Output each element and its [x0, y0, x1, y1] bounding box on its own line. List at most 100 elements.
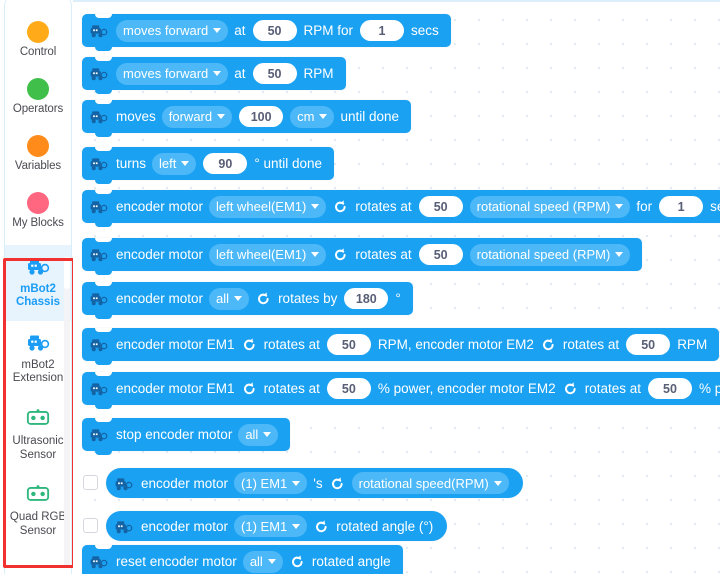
block-number-input[interactable]: 90: [203, 153, 248, 174]
block-text: turns: [116, 156, 147, 171]
block-reset-encoder-motor-rotated-angle[interactable]: reset encoder motor all rotated angle: [82, 545, 403, 574]
block-text: encoder motor EM1: [116, 337, 235, 352]
sidebar-category-my-blocks[interactable]: My Blocks: [5, 188, 71, 245]
dropdown-label: rotational speed (RPM): [476, 199, 611, 214]
chevron-down-icon: [234, 296, 243, 301]
quad-rgb-sensor-icon: [26, 484, 50, 508]
block-encoder-motor-rotates-by-angle[interactable]: encoder motor all rotates by 180 °: [82, 282, 413, 319]
mbot2-chassis-icon: [114, 519, 133, 534]
sidebar-extension-mbot2-chassis[interactable]: mBot2 Chassis: [5, 245, 71, 321]
block-moves-forward-rpm-secs[interactable]: moves forward at 50 RPM for 1 secs: [82, 14, 451, 51]
block-dropdown[interactable]: all: [242, 550, 283, 573]
chevron-down-icon: [615, 204, 624, 209]
mbot2-chassis-icon: [89, 109, 108, 124]
block-moves-forward-rpm[interactable]: moves forward at 50 RPM: [82, 57, 346, 94]
block-dropdown[interactable]: moves forward: [116, 19, 229, 42]
block-encoder-motors-em1-em2-rpm[interactable]: encoder motor EM1 rotates at 50 RPM, encode…: [82, 328, 720, 365]
block-dropdown[interactable]: rotational speed (RPM): [469, 195, 631, 218]
block-stop-encoder-motor[interactable]: stop encoder motor all: [82, 418, 291, 455]
block-number-input[interactable]: 50: [418, 196, 463, 217]
sidebar-extension-ultrasonic-sensor[interactable]: Ultrasonic Sensor: [5, 397, 71, 473]
block-number-input[interactable]: 50: [647, 378, 692, 399]
block-monitor-checkbox[interactable]: [83, 475, 98, 490]
block-encoder-motors-em1-em2-power[interactable]: encoder motor EM1 rotates at 50 % power, en…: [82, 372, 720, 409]
block-text: for: [636, 199, 653, 214]
block-dropdown[interactable]: moves forward: [116, 62, 229, 85]
chevron-down-icon: [263, 432, 272, 437]
sidebar-category-events[interactable]: Events: [5, 0, 71, 17]
extension-label-line1: Quad RGB: [9, 511, 67, 523]
block-moves-forward-cm-until-done[interactable]: moves forward 100 cm until done: [82, 100, 412, 137]
mbot2-chassis-icon: [89, 199, 108, 214]
block-number-input[interactable]: 50: [252, 63, 297, 84]
dropdown-label: all: [249, 554, 263, 569]
block-dropdown[interactable]: all: [238, 423, 279, 446]
dropdown-label: (1) EM1: [241, 518, 288, 534]
mbot2-chassis-icon: [26, 257, 50, 280]
category-label: Operators: [12, 103, 64, 115]
extension-label-line2: Extension: [12, 372, 64, 384]
sidebar-scrollbar-thumb[interactable]: [64, 257, 70, 289]
block-number-input[interactable]: 50: [626, 334, 671, 355]
block-dropdown[interactable]: left wheel(EM1): [209, 243, 327, 266]
category-sidebar[interactable]: Events Control Operators Variables My Blocks…: [4, 0, 72, 574]
block-encoder-motor-rotates-at-speed-for-secs[interactable]: encoder motor left wheel(EM1) rotates at 50…: [82, 190, 720, 227]
dropdown-label: moves forward: [123, 23, 209, 38]
block-text: encoder motor EM1: [116, 381, 235, 396]
block-number-input[interactable]: 180: [344, 288, 389, 309]
block-encoder-motor-rotated-angle-reporter[interactable]: encoder motor (1) EM1 rotated angle (°): [106, 511, 448, 541]
sidebar-extension-mbot2-extension[interactable]: mBot2 Extension: [5, 321, 71, 397]
block-encoder-motor-rotational-speed-reporter[interactable]: encoder motor (1) EM1 's rotational speed(R…: [106, 468, 523, 498]
block-number-input[interactable]: 50: [252, 20, 297, 41]
rotate-ccw-icon: [541, 337, 556, 352]
mbot2-chassis-icon: [89, 427, 108, 442]
block-number-input[interactable]: 50: [326, 378, 371, 399]
block-dropdown[interactable]: (1) EM1: [234, 515, 308, 537]
block-text: RPM, encoder motor EM2: [377, 337, 534, 352]
dropdown-label: moves forward: [123, 66, 209, 81]
block-text: ° until done: [254, 156, 323, 171]
dropdown-label: (1) EM1: [241, 475, 288, 491]
mbot2-chassis-icon: [89, 337, 108, 352]
block-text: encoder motor: [116, 291, 204, 306]
category-list: Events Control Operators Variables My Blocks: [5, 0, 71, 245]
block-turns-left-degrees-until-done[interactable]: turns left 90 ° until done: [82, 147, 335, 184]
block-text: % power: [698, 381, 720, 396]
dropdown-label: rotational speed(RPM): [358, 475, 489, 491]
block-monitor-checkbox[interactable]: [83, 518, 98, 533]
dropdown-label: rotational speed (RPM): [476, 247, 611, 262]
category-color-dot: [27, 78, 49, 100]
extension-label-line1: mBot2: [21, 358, 55, 371]
rotate-ccw-icon: [330, 476, 345, 491]
block-dropdown[interactable]: rotational speed (RPM): [469, 243, 631, 266]
block-text: rotates at: [355, 247, 412, 262]
block-dropdown[interactable]: forward: [161, 105, 233, 128]
block-dropdown[interactable]: (1) EM1: [234, 472, 308, 494]
rotate-ccw-icon: [333, 199, 348, 214]
block-number-input[interactable]: 50: [418, 244, 463, 265]
block-encoder-motor-rotates-at-speed[interactable]: encoder motor left wheel(EM1) rotates at 50…: [82, 238, 643, 275]
category-label: Variables: [14, 160, 62, 172]
block-text: stop encoder motor: [116, 427, 233, 442]
block-dropdown[interactable]: all: [209, 287, 250, 310]
block-text: °: [395, 291, 401, 306]
sidebar-scrollbar-track[interactable]: [64, 257, 70, 567]
sidebar-category-operators[interactable]: Operators: [5, 74, 71, 131]
block-dropdown[interactable]: rotational speed(RPM): [351, 472, 509, 494]
block-number-input[interactable]: 100: [239, 106, 284, 127]
blocks-canvas[interactable]: moves forward at 50 RPM for 1 secs moves forwa…: [73, 0, 720, 574]
chevron-down-icon: [311, 252, 320, 257]
chevron-down-icon: [181, 161, 190, 166]
block-text: rotates at: [355, 199, 412, 214]
block-number-input[interactable]: 1: [659, 196, 704, 217]
sidebar-category-variables[interactable]: Variables: [5, 131, 71, 188]
block-number-input[interactable]: 1: [360, 20, 405, 41]
block-text: rotated angle (°): [336, 518, 434, 534]
block-dropdown[interactable]: left wheel(EM1): [209, 195, 327, 218]
block-dropdown[interactable]: cm: [290, 105, 335, 128]
sidebar-category-control[interactable]: Control: [5, 17, 71, 74]
block-dropdown[interactable]: left: [152, 152, 197, 175]
block-number-input[interactable]: 50: [326, 334, 371, 355]
category-color-dot: [27, 135, 49, 157]
sidebar-extension-quad rgb-sensor[interactable]: Quad RGB Sensor: [5, 473, 71, 549]
